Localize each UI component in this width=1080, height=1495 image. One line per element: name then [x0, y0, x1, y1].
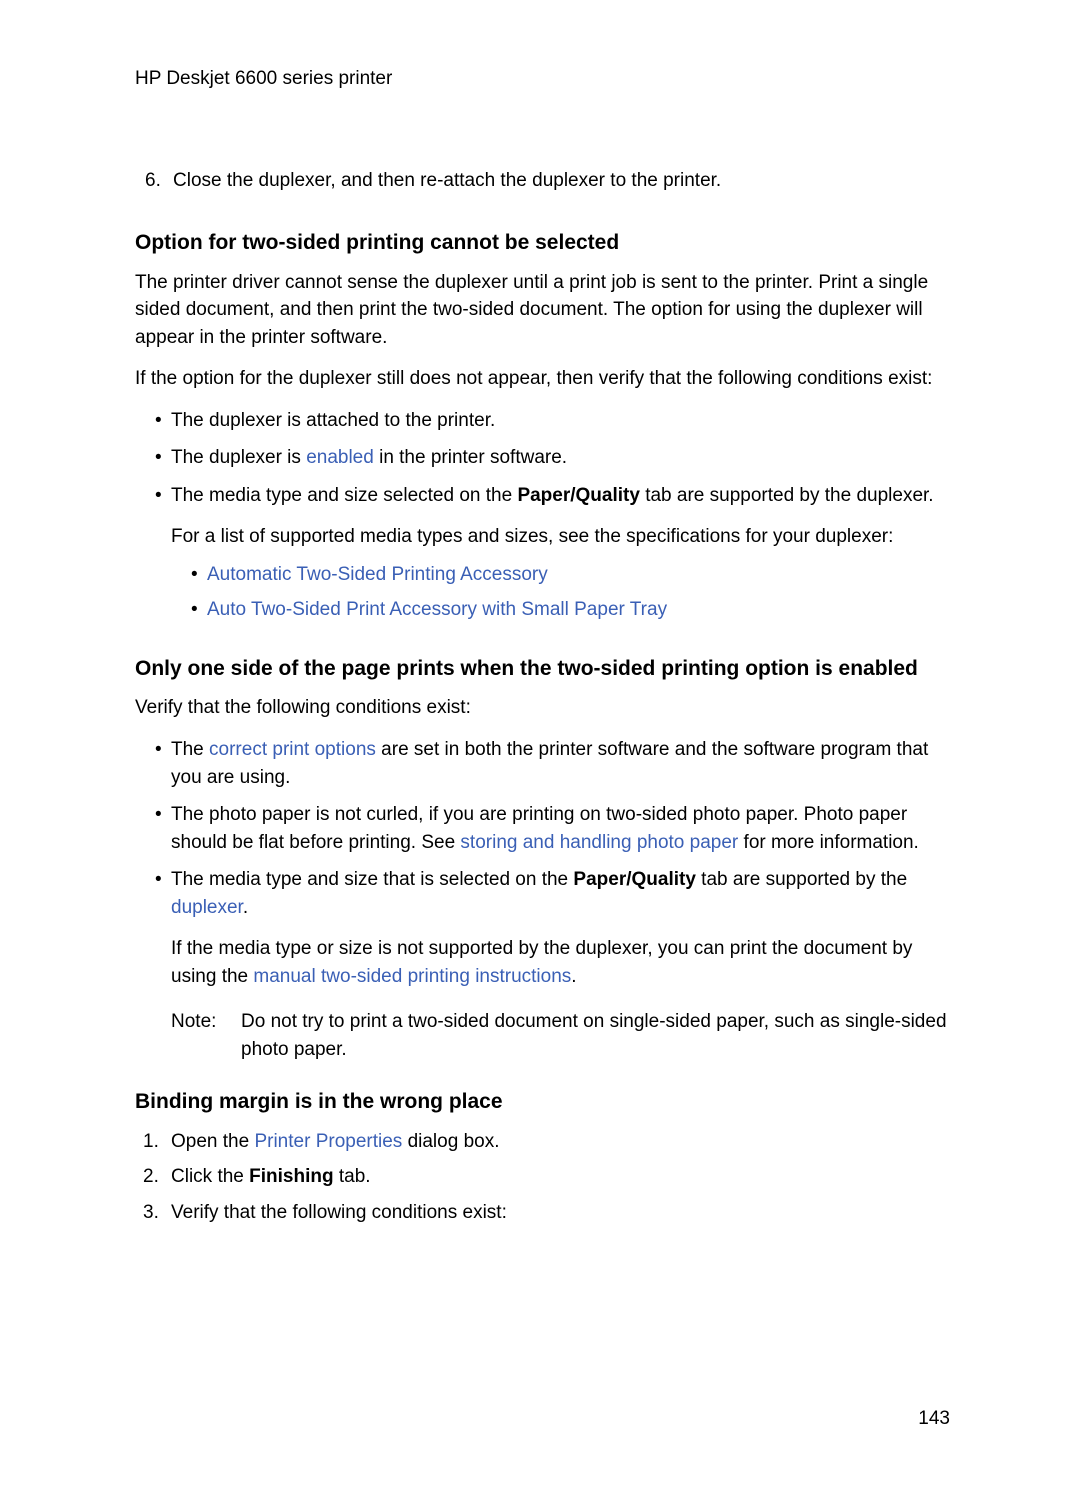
conditions-list-2: • The correct print options are set in b…	[155, 736, 950, 1063]
bold-paper-quality: Paper/Quality	[517, 485, 640, 506]
list-text: Open the Printer Properties dialog box.	[171, 1128, 499, 1156]
sub-paragraph: For a list of supported media types and …	[171, 523, 950, 551]
link-storing-handling-photo-paper[interactable]: storing and handling photo paper	[460, 832, 738, 853]
section-heading-binding-margin: Binding margin is in the wrong place	[135, 1087, 950, 1117]
sub-paragraph: If the media type or size is not support…	[171, 935, 950, 990]
bullet-icon: •	[191, 596, 207, 624]
bullet-icon: •	[155, 482, 171, 510]
link-enabled[interactable]: enabled	[306, 447, 374, 468]
bullet-icon: •	[155, 801, 171, 856]
bullet-icon: •	[155, 866, 171, 921]
list-text: The photo paper is not curled, if you ar…	[171, 801, 950, 856]
list-text: The duplexer is enabled in the printer s…	[171, 444, 567, 472]
list-text: Verify that the following conditions exi…	[171, 1199, 507, 1227]
paragraph: The printer driver cannot sense the dupl…	[135, 269, 950, 352]
list-number: 3.	[143, 1199, 171, 1227]
sub-list: • Automatic Two-Sided Printing Accessory…	[191, 561, 950, 624]
paragraph: Verify that the following conditions exi…	[135, 694, 950, 722]
link-duplexer[interactable]: duplexer	[171, 897, 243, 918]
bold-paper-quality: Paper/Quality	[573, 869, 696, 890]
bullet-icon: •	[155, 407, 171, 435]
link-auto-two-sided-accessory[interactable]: Automatic Two-Sided Printing Accessory	[207, 561, 548, 589]
list-text: The correct print options are set in bot…	[171, 736, 950, 791]
note-text: Do not try to print a two-sided document…	[241, 1008, 950, 1063]
list-text: The media type and size that is selected…	[171, 866, 950, 921]
steps-list: 1. Open the Printer Properties dialog bo…	[143, 1128, 950, 1227]
note-label: Note:	[171, 1008, 241, 1063]
list-number: 6.	[145, 167, 173, 195]
list-continue-step6: 6. Close the duplexer, and then re-attac…	[145, 167, 950, 195]
bullet-icon: •	[191, 561, 207, 589]
list-number: 2.	[143, 1163, 171, 1191]
link-manual-two-sided-instructions[interactable]: manual two-sided printing instructions	[253, 966, 571, 987]
page-number: 143	[918, 1405, 950, 1433]
page-content: HP Deskjet 6600 series printer 6. Close …	[0, 0, 1080, 1227]
bullet-icon: •	[155, 444, 171, 472]
link-printer-properties[interactable]: Printer Properties	[254, 1131, 402, 1152]
note-block: Note: Do not try to print a two-sided do…	[171, 1008, 950, 1063]
list-text: The duplexer is attached to the printer.	[171, 407, 495, 435]
section-heading-option-cannot-select: Option for two-sided printing cannot be …	[135, 228, 950, 258]
bullet-icon: •	[155, 736, 171, 791]
list-text: Close the duplexer, and then re-attach t…	[173, 167, 721, 195]
link-correct-print-options[interactable]: correct print options	[209, 739, 376, 760]
list-number: 1.	[143, 1128, 171, 1156]
bold-finishing: Finishing	[249, 1166, 333, 1187]
conditions-list: • The duplexer is attached to the printe…	[155, 407, 950, 624]
paragraph: If the option for the duplexer still doe…	[135, 365, 950, 393]
document-header: HP Deskjet 6600 series printer	[135, 65, 950, 93]
list-text: Click the Finishing tab.	[171, 1163, 371, 1191]
list-text: The media type and size selected on the …	[171, 482, 934, 510]
link-auto-two-sided-small-tray[interactable]: Auto Two-Sided Print Accessory with Smal…	[207, 596, 667, 624]
section-heading-one-side-prints: Only one side of the page prints when th…	[135, 654, 950, 684]
